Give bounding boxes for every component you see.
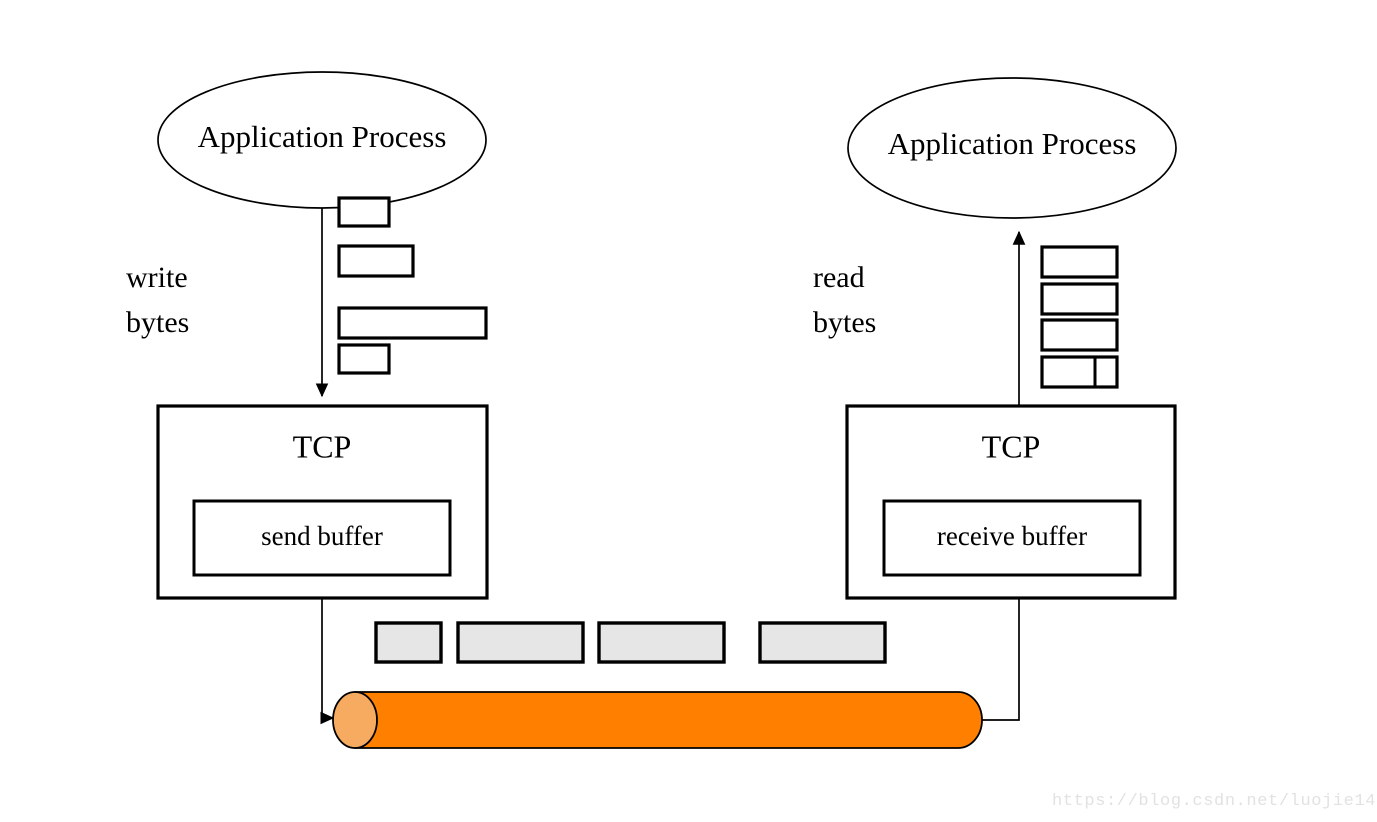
network-pipe-cylinder: [332, 691, 983, 749]
read-byte-chunk-split: [1040, 355, 1119, 389]
write-action-label-line2: bytes: [126, 306, 189, 339]
network-to-receiver-line: [982, 584, 1026, 721]
receive-buffer-label: receive buffer: [937, 521, 1087, 551]
sender-process-label: Application Process: [198, 119, 447, 154]
watermark-label: https://blog.csdn.net/luojie140: [1052, 792, 1377, 811]
write-byte-chunk: [337, 196, 391, 228]
network-segment: [374, 621, 443, 664]
read-byte-chunk: [1040, 355, 1119, 389]
write-action-label-line1: write: [126, 261, 188, 294]
read-byte-chunk: [1040, 245, 1119, 279]
read-byte-chunk: [1040, 318, 1119, 352]
sender-tcp-label: TCP: [293, 428, 352, 464]
read-action-label-line2: bytes: [813, 306, 876, 339]
write-byte-chunk: [337, 244, 415, 278]
receiver-process-label: Application Process: [888, 126, 1137, 161]
sender-to-network-line: [320, 598, 335, 725]
network-segment: [758, 621, 887, 664]
pipe-body: [354, 691, 983, 749]
diagram-canvas: Application Process write bytes TCP send…: [126, 71, 1377, 811]
pipe-left-cap: [332, 691, 378, 749]
network-segment: [597, 621, 726, 664]
write-byte-chunk: [337, 343, 391, 375]
read-byte-chunk: [1040, 282, 1119, 316]
receiver-tcp-label: TCP: [982, 428, 1041, 464]
read-action-label-line1: read: [813, 261, 865, 294]
write-byte-chunk: [337, 306, 488, 340]
network-segment: [456, 621, 585, 664]
tcp-dataflow-diagram: Application Process write bytes TCP send…: [0, 0, 1377, 822]
send-buffer-label: send buffer: [261, 521, 383, 551]
